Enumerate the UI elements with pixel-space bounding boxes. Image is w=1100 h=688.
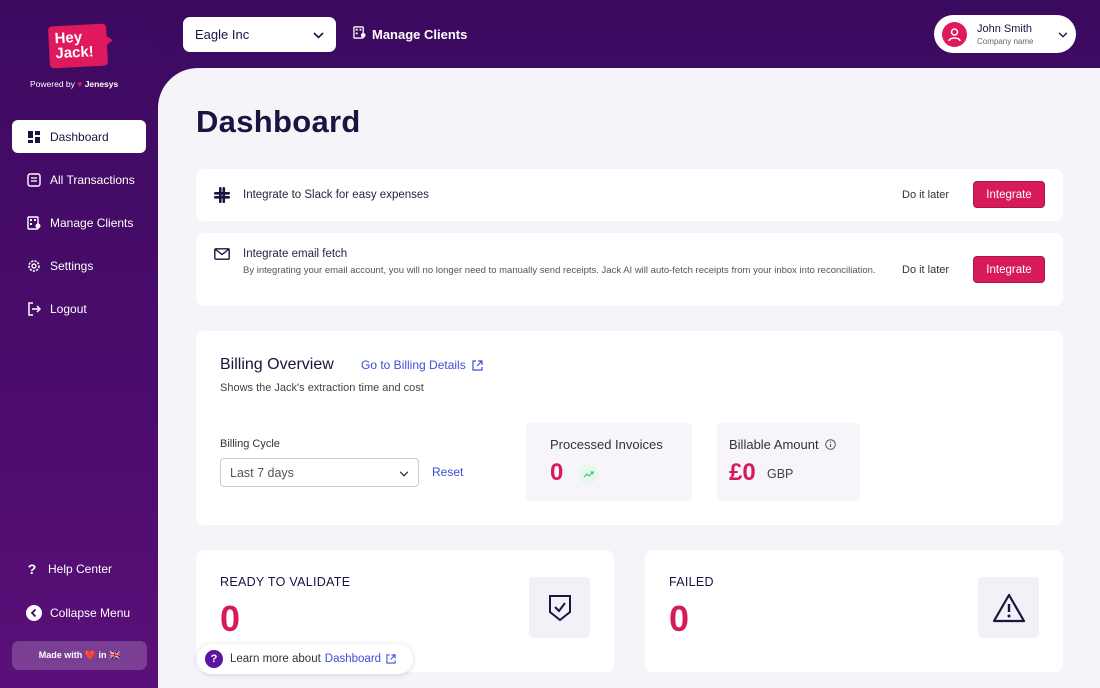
warning-icon [978, 577, 1039, 638]
clients-icon [353, 26, 366, 42]
user-menu[interactable]: John Smith Company name [934, 15, 1076, 53]
top-manage-clients-link[interactable]: Manage Clients [353, 26, 467, 42]
sidebar-item-label: Logout [50, 301, 87, 316]
jenesys-logo-icon: ♥ [77, 79, 83, 89]
sidebar-item-settings[interactable]: Settings [12, 249, 146, 282]
reset-button[interactable]: Reset [432, 465, 463, 479]
billing-overview-card: Billing Overview Go to Billing Details S… [196, 331, 1063, 525]
slack-integration-card: Integrate to Slack for easy expenses Do … [196, 169, 1063, 221]
sidebar-item-all-transactions[interactable]: All Transactions [12, 163, 146, 196]
email-integration-card: Integrate email fetch By integrating you… [196, 233, 1063, 306]
company-select[interactable]: Eagle Inc [183, 17, 336, 52]
trend-up-icon [578, 464, 598, 484]
email-integration-title: Integrate email fetch [243, 248, 348, 260]
learn-more-text: Learn more about [230, 653, 321, 665]
external-link-icon [472, 359, 483, 371]
help-center-label: Help Center [48, 561, 113, 576]
billable-currency: GBP [767, 467, 794, 481]
billing-cycle-select[interactable]: Last 7 days [220, 458, 419, 487]
info-icon[interactable] [824, 439, 836, 450]
processed-invoices-stat: Processed Invoices 0 [526, 423, 692, 501]
main-panel: Dashboard Integrate to Slack for easy ex… [158, 68, 1100, 688]
billing-title: Billing Overview [220, 356, 334, 373]
ready-to-validate-title: READY TO VALIDATE [220, 575, 351, 589]
company-select-value: Eagle Inc [195, 27, 250, 42]
billable-amount-label: Billable Amount [729, 437, 836, 452]
learn-more-dashboard-link[interactable]: Dashboard [325, 653, 396, 665]
chevron-down-icon [313, 27, 324, 42]
transactions-icon [26, 172, 42, 188]
slack-integration-title: Integrate to Slack for easy expenses [243, 189, 430, 201]
integrate-slack-button[interactable]: Integrate [973, 181, 1045, 208]
processed-invoices-value: 0 [550, 459, 564, 486]
do-it-later-link[interactable]: Do it later [902, 264, 949, 276]
gear-icon [26, 258, 42, 274]
chevron-down-icon [399, 466, 409, 480]
sidebar-item-label: Manage Clients [50, 215, 134, 230]
shield-check-icon [529, 577, 590, 638]
collapse-menu-label: Collapse Menu [50, 605, 131, 620]
integrate-email-button[interactable]: Integrate [973, 256, 1045, 283]
ready-to-validate-value: 0 [220, 598, 241, 639]
user-company: Company name [977, 36, 1034, 46]
billing-cycle-label: Billing Cycle [220, 438, 280, 450]
learn-more-pill[interactable]: ? Learn more about Dashboard [197, 644, 413, 674]
failed-title: FAILED [669, 575, 714, 589]
sidebar-item-logout[interactable]: Logout [12, 292, 146, 325]
hey-jack-logo[interactable]: Hey Jack! [47, 23, 109, 69]
chevron-down-icon [1058, 25, 1068, 43]
slack-icon [214, 187, 230, 203]
question-icon: ? [27, 560, 37, 577]
powered-company: Jenesys [84, 79, 119, 89]
dashboard-icon [26, 129, 42, 145]
failed-value: 0 [669, 598, 690, 639]
billable-amount-value: £0 [729, 459, 756, 486]
sidebar-item-label: Settings [50, 258, 94, 273]
sidebar: Hey Jack! Powered by ♥ Jenesys Dashboard … [0, 0, 158, 688]
help-center-link[interactable]: ? Help Center [12, 552, 146, 585]
manage-clients-label: Manage Clients [372, 26, 468, 42]
sidebar-item-manage-clients[interactable]: Manage Clients [12, 206, 146, 239]
collapse-menu-button[interactable]: Collapse Menu [12, 596, 146, 629]
avatar [942, 21, 967, 47]
made-with-badge: Made with ❤️ in 🇬🇧 [12, 641, 147, 670]
clients-icon [26, 215, 42, 231]
mail-icon [214, 247, 230, 265]
billing-cycle-value: Last 7 days [230, 465, 294, 480]
do-it-later-link[interactable]: Do it later [902, 189, 949, 201]
email-integration-description: By integrating your email account, you w… [243, 265, 876, 276]
logout-icon [26, 301, 42, 317]
billing-details-link[interactable]: Go to Billing Details [361, 358, 483, 372]
failed-card[interactable]: FAILED 0 [645, 550, 1063, 672]
page-title: Dashboard [196, 104, 361, 139]
sidebar-item-label: All Transactions [50, 172, 135, 187]
sidebar-item-dashboard[interactable]: Dashboard [12, 120, 146, 153]
external-link-icon [386, 654, 396, 664]
powered-by: Powered by ♥ Jenesys [30, 79, 119, 89]
collapse-arrow-icon [26, 604, 42, 621]
help-icon: ? [205, 650, 223, 668]
sidebar-item-label: Dashboard [50, 129, 109, 144]
billable-amount-stat: Billable Amount £0 GBP [717, 423, 860, 501]
processed-invoices-label: Processed Invoices [550, 437, 663, 452]
user-name: John Smith [977, 22, 1033, 35]
billing-subtitle: Shows the Jack's extraction time and cos… [220, 382, 424, 394]
